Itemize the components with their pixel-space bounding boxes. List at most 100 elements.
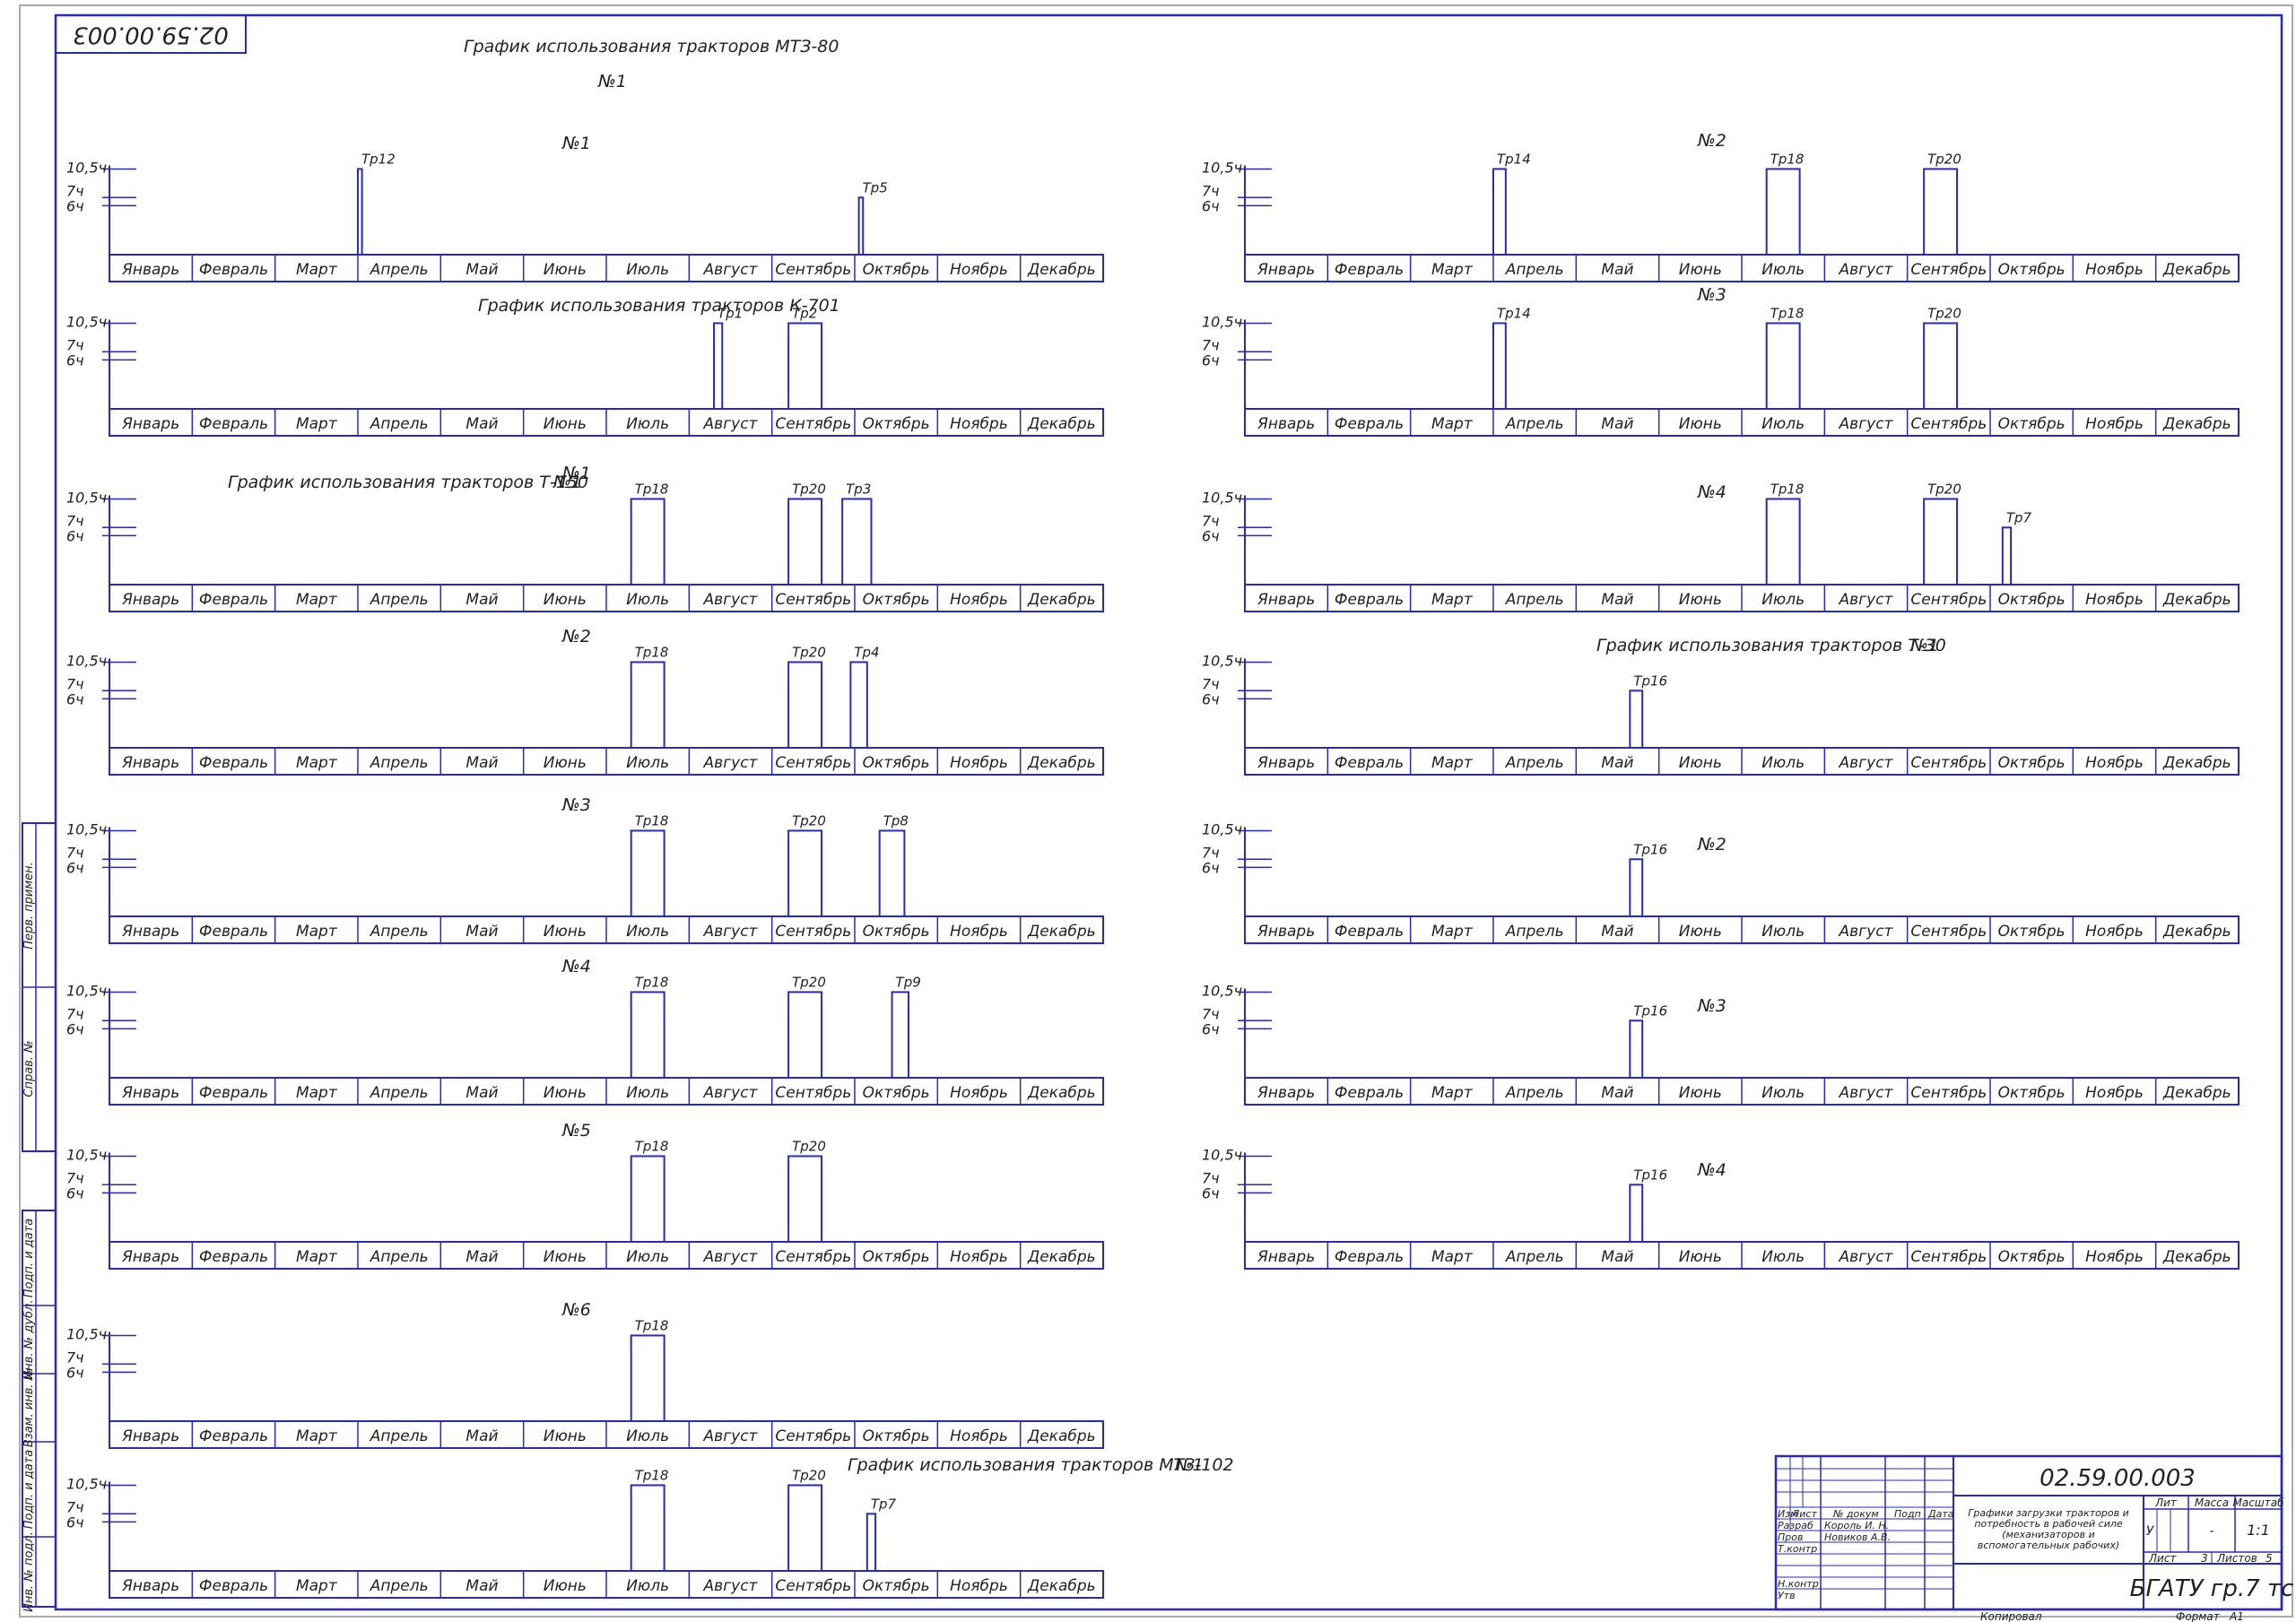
gantt-chart: Январь Февраль Март Апрель Май Июнь Июль Август… bbox=[1202, 652, 2239, 776]
month-label: Июнь bbox=[1679, 591, 1722, 609]
load-bar bbox=[865, 1513, 877, 1573]
load-bar bbox=[630, 1484, 665, 1572]
month-label: Июль bbox=[626, 1577, 669, 1595]
month-label: Сентябрь bbox=[775, 1084, 851, 1102]
load-bar bbox=[630, 661, 665, 750]
bar-label: Тр9 bbox=[896, 974, 921, 990]
month-label: Октябрь bbox=[863, 1084, 930, 1102]
month-label: Июль bbox=[1761, 754, 1805, 772]
month-label: Июль bbox=[626, 261, 669, 279]
chart-number: №2 bbox=[1697, 131, 1726, 151]
month-label: Октябрь bbox=[1998, 1084, 2066, 1102]
prov-name: Новиков А.В. bbox=[1824, 1531, 1891, 1543]
bar-label: Тр5 bbox=[863, 179, 888, 195]
bar-label: Тр7 bbox=[2006, 509, 2032, 525]
month-label: Апрель bbox=[1505, 754, 1564, 772]
month-label: Июнь bbox=[544, 923, 587, 941]
month-label: Сентябрь bbox=[775, 1248, 851, 1266]
month-label: Август bbox=[703, 923, 759, 941]
y-tick-label: 10,5ч bbox=[66, 313, 107, 330]
y-tick-label: 10,5ч bbox=[1202, 982, 1242, 999]
hdr-date: Дата bbox=[1927, 1508, 1954, 1520]
month-label: Апрель bbox=[1505, 1248, 1564, 1266]
month-label: Ноябрь bbox=[950, 1084, 1008, 1102]
month-label: Июль bbox=[1761, 923, 1805, 941]
month-label: Октябрь bbox=[1998, 415, 2066, 433]
month-label: Декабрь bbox=[1027, 923, 1096, 941]
format-value: А1 bbox=[2229, 1610, 2244, 1622]
load-bar bbox=[1765, 322, 1801, 411]
caption-mtz102-number: №1 bbox=[1174, 1455, 1204, 1475]
y-tick-label: 10,5ч bbox=[1202, 820, 1242, 837]
utv-role: Утв bbox=[1778, 1590, 1796, 1601]
month-label: Февраль bbox=[199, 261, 268, 279]
month-label: Май bbox=[1601, 923, 1633, 941]
month-label: Июль bbox=[626, 1084, 669, 1102]
side-stamp-label: Инв. № подл. bbox=[22, 1531, 36, 1612]
month-label: Июль bbox=[1761, 1084, 1805, 1102]
month-label: Апрель bbox=[370, 1577, 429, 1595]
month-label: Декабрь bbox=[1027, 1084, 1096, 1102]
month-label: Март bbox=[1431, 261, 1474, 279]
month-label: Сентябрь bbox=[775, 415, 851, 433]
load-bar bbox=[1629, 1184, 1644, 1244]
bar-label: Тр20 bbox=[1927, 305, 1961, 321]
document-code: 02.59.00.003 bbox=[2039, 1465, 2196, 1492]
bar-label: Тр18 bbox=[635, 1138, 669, 1154]
month-label: Ноябрь bbox=[2085, 591, 2144, 609]
month-label: Сентябрь bbox=[1910, 261, 1987, 279]
month-label: Август bbox=[703, 754, 759, 772]
month-label: Октябрь bbox=[863, 591, 930, 609]
load-bar bbox=[1492, 322, 1507, 411]
load-bar bbox=[1629, 858, 1644, 917]
load-bar bbox=[787, 991, 823, 1079]
drawing-sheet: 02.59.00.003 График использования тракто… bbox=[19, 4, 2293, 1622]
month-label: Апрель bbox=[370, 754, 429, 772]
month-label: Октябрь bbox=[1998, 754, 2066, 772]
month-label: Май bbox=[1601, 1084, 1633, 1102]
month-label: Июнь bbox=[1679, 1084, 1722, 1102]
month-label: Июнь bbox=[1679, 923, 1722, 941]
y-tick-label: 10,5ч bbox=[66, 982, 107, 999]
month-label: Апрель bbox=[370, 591, 429, 609]
month-label: Январь bbox=[1257, 754, 1315, 772]
load-bar bbox=[357, 168, 363, 256]
month-label: Январь bbox=[1257, 261, 1315, 279]
month-label: Январь bbox=[1257, 415, 1315, 433]
month-label: Март bbox=[296, 1577, 338, 1595]
month-label: Май bbox=[465, 591, 498, 609]
bar-label: Тр14 bbox=[1497, 305, 1531, 321]
bar-label: Тр18 bbox=[1770, 305, 1805, 321]
hdr-podp: Подп bbox=[1894, 1508, 1921, 1520]
month-label: Август bbox=[703, 261, 759, 279]
chart-number: №5 bbox=[561, 1121, 591, 1141]
masshtab-label: Масштаб bbox=[2232, 1496, 2284, 1509]
sheets-label: Листов bbox=[2216, 1552, 2257, 1565]
month-label: Октябрь bbox=[863, 1248, 930, 1266]
month-label: Декабрь bbox=[2162, 923, 2231, 941]
month-label: Январь bbox=[1257, 1248, 1315, 1266]
masshtab-value: 1:1 bbox=[2247, 1522, 2270, 1539]
chart-number: №3 bbox=[1697, 285, 1726, 305]
month-label: Сентябрь bbox=[775, 754, 851, 772]
chart-number: №2 bbox=[561, 627, 591, 646]
bar-label: Тр20 bbox=[792, 974, 826, 990]
month-label: Август bbox=[1839, 415, 1894, 433]
month-label: Ноябрь bbox=[950, 923, 1008, 941]
bar-label: Тр14 bbox=[1497, 151, 1531, 167]
month-label: Январь bbox=[121, 591, 179, 609]
y-tick-label: 10,5ч bbox=[66, 1146, 107, 1163]
load-bar bbox=[787, 498, 823, 586]
month-label: Апрель bbox=[1505, 261, 1564, 279]
caption-mtz80-number: №1 bbox=[597, 72, 627, 91]
month-label: Март bbox=[296, 754, 338, 772]
month-label: Май bbox=[1601, 591, 1633, 609]
month-label: Ноябрь bbox=[2085, 261, 2144, 279]
y-tick-label: 6ч bbox=[66, 1364, 84, 1381]
month-label: Декабрь bbox=[2162, 1084, 2231, 1102]
month-label: Сентябрь bbox=[1910, 923, 1987, 941]
bar-label: Тр18 bbox=[1770, 481, 1805, 497]
month-label: Июнь bbox=[1679, 1248, 1722, 1266]
month-label: Декабрь bbox=[1027, 1248, 1096, 1266]
month-label: Декабрь bbox=[2162, 261, 2231, 279]
